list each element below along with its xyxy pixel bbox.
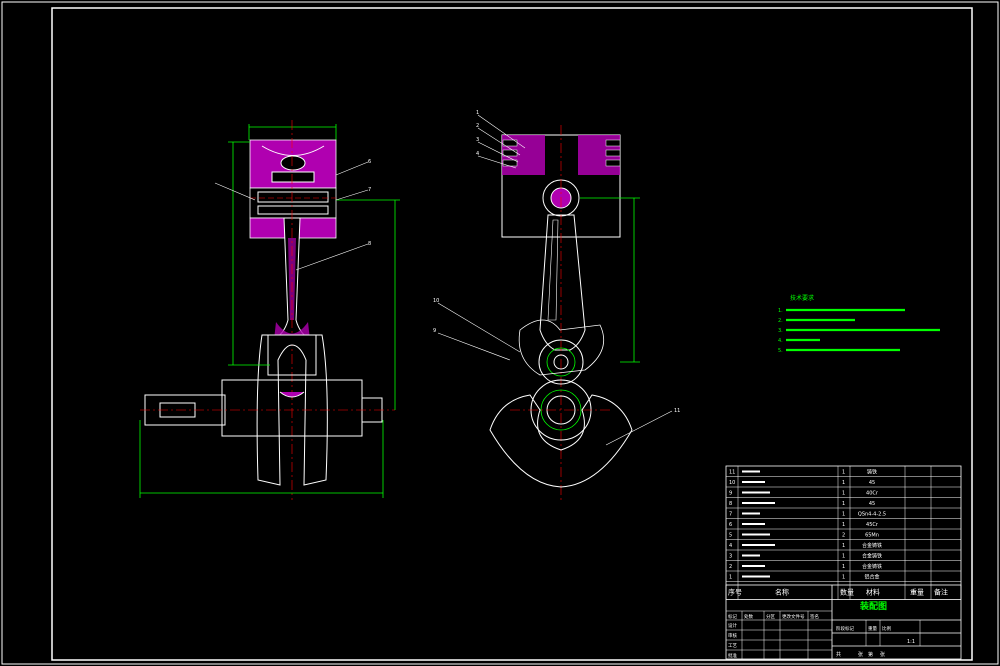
bom-row-qty: 1 — [842, 522, 845, 528]
bom-row-no: 2 — [729, 564, 732, 570]
outer-frame — [1, 1, 999, 665]
bom-row-qty: 2 — [842, 533, 845, 539]
drawing-border — [51, 7, 973, 661]
tech-req-line: 2. — [778, 318, 783, 324]
bom-row-no: 7 — [729, 512, 732, 518]
leader-label: 8 — [368, 241, 371, 247]
bom-row-no: 5 — [729, 533, 732, 539]
bom-header-remark: 备注 — [934, 588, 948, 597]
tb-label: 审核 — [728, 632, 737, 639]
bom-header-weight: 重量 — [910, 589, 924, 597]
tech-req-line: 4. — [778, 338, 783, 344]
bom-header-qty: 数量 — [840, 588, 854, 597]
bom-row-qty: 1 — [842, 564, 845, 570]
tb-sheet: 张 — [858, 651, 863, 658]
bom-row-no: 1 — [729, 575, 732, 581]
tb-sheet: 共 — [836, 651, 841, 658]
leader-label: 1 — [476, 110, 479, 116]
bom-header-seq: 序号 — [728, 588, 742, 597]
tb-label: 更改文件号 — [782, 613, 805, 620]
bom-header-name: 名称 — [775, 588, 789, 597]
bom-row-material: 铸铁 — [867, 469, 877, 476]
bom-row-qty: 1 — [842, 512, 845, 518]
bom-row-material: 铝合金 — [864, 574, 879, 581]
leader-label: 10 — [433, 298, 439, 304]
leader-label: 4 — [476, 151, 479, 157]
bom-row-qty: 1 — [842, 491, 845, 497]
leader-label: 7 — [368, 187, 371, 193]
drawing-title: 装配图 — [859, 600, 887, 612]
bom-row-qty: 1 — [842, 575, 845, 581]
tb-sheet: 张 — [880, 651, 885, 658]
bom-row-no: 9 — [729, 491, 732, 497]
tb-label: 重量 — [868, 625, 877, 632]
bom-row-material: 45 — [869, 501, 875, 507]
bom-row-no: 8 — [729, 501, 732, 507]
tech-requirements: 技术要求 1. 2. 3. 4. 5. — [778, 294, 940, 354]
bom-row-no: 10 — [729, 480, 735, 486]
leader-label: 11 — [674, 408, 680, 414]
cad-drawing: 6 7 8 1 2 3 4 10 9 11 技术要求 1. 2. 3. 4. 5… — [1, 1, 999, 665]
bom-row-material: 45Cr — [866, 522, 879, 528]
tb-label: 批准 — [728, 652, 737, 659]
bom-row-material: 65Mn — [865, 533, 879, 539]
bom-row-qty: 1 — [842, 554, 845, 560]
leader-label: 3 — [476, 137, 479, 143]
bom-row-qty: 1 — [842, 480, 845, 486]
tech-req-line: 5. — [778, 348, 783, 354]
bom-row-qty: 1 — [842, 470, 845, 476]
bom-row-qty: 1 — [842, 501, 845, 507]
tech-req-line: 1. — [778, 308, 783, 314]
bom-row-qty: 1 — [842, 543, 845, 549]
tb-label: 阶段标记 — [836, 625, 854, 632]
tech-req-heading: 技术要求 — [790, 294, 814, 302]
bom-row-material: 45 — [869, 480, 875, 486]
bom-row-no: 3 — [729, 554, 732, 560]
bom-table: 11 1 铸铁10 1 459 1 40Cr8 1 457 1 QSn4-4-2.56 1 45Cr5 2… — [725, 465, 962, 600]
bom-row-no: 11 — [729, 470, 735, 476]
bom-row-no: 4 — [729, 543, 732, 549]
bom-row-material: 40Cr — [866, 491, 879, 497]
tb-label: 标记 — [728, 613, 737, 620]
tb-label: 处数 — [744, 613, 753, 620]
tb-label: 比例 — [882, 625, 891, 632]
leader-label: 6 — [368, 159, 371, 165]
front-view: 1 2 3 4 10 9 11 — [433, 110, 680, 500]
bom-row-no: 6 — [729, 522, 732, 528]
tb-label: 工艺 — [728, 643, 737, 649]
bom-header-material: 材料 — [866, 588, 880, 597]
bom-row-material: 合金铸铁 — [862, 542, 882, 549]
tb-label: 签名 — [810, 613, 819, 620]
tech-req-line: 3. — [778, 328, 783, 334]
leader-label: 9 — [433, 328, 436, 334]
leader-label: 2 — [476, 123, 479, 129]
bom-row-material: 合金铸铁 — [862, 563, 882, 570]
bom-row-material: 合金铸铁 — [862, 553, 882, 560]
tb-sheet: 第 — [868, 651, 873, 658]
bom-row-material: QSn4-4-2.5 — [858, 512, 886, 518]
scale-value: 1:1 — [907, 639, 915, 645]
tb-label: 设计 — [728, 622, 737, 629]
side-view: 6 7 8 — [139, 120, 400, 500]
tb-label: 分区 — [766, 613, 775, 620]
